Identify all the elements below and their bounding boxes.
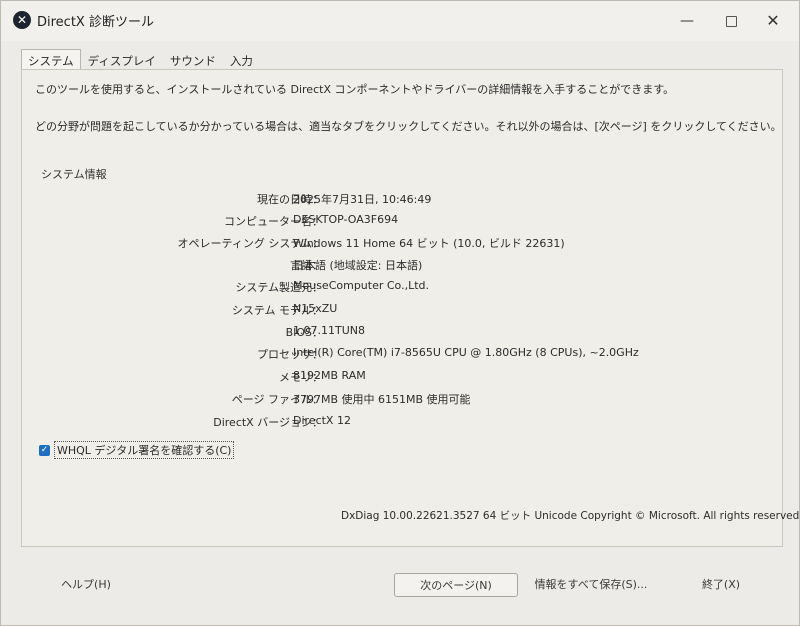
info-row-language: 言語： 日本語 (地域設定: 日本語) (41, 257, 741, 277)
tab-system[interactable]: システム (21, 49, 81, 70)
info-row-manufacturer: システム製造元： MouseComputer Co.,Ltd. (41, 279, 741, 299)
directx-icon: ✕ (13, 11, 31, 29)
maximize-button[interactable] (711, 9, 751, 33)
whql-checkbox[interactable]: ✓ (39, 444, 50, 456)
info-row-os: オペレーティング システム： Windows 11 Home 64 ビット (1… (41, 235, 741, 255)
info-row-model: システム モデル： N15xZU (41, 302, 741, 322)
dxdiag-window: ✕ DirectX 診断ツール — ✕ システム ディスプレイ サウンド 入力 … (0, 0, 800, 626)
info-row-memory: メモリ： 8192MB RAM (41, 369, 741, 389)
info-value: Windows 11 Home 64 ビット (10.0, ビルド 22631) (293, 237, 565, 250)
close-button[interactable]: ✕ (753, 9, 793, 33)
tab-display[interactable]: ディスプレイ (81, 49, 163, 70)
info-value: 2025年7月31日, 10:46:49 (293, 193, 432, 206)
info-value: 3797MB 使用中 6151MB 使用可能 (293, 393, 471, 406)
system-info-group-label: システム情報 (41, 168, 107, 181)
maximize-icon (725, 15, 737, 27)
info-value: DESKTOP-OA3F694 (293, 213, 399, 226)
whql-checkbox-row[interactable]: ✓ WHQL デジタル署名を確認する(C) (39, 441, 235, 459)
help-button[interactable]: ヘルプ(H) (46, 573, 126, 597)
tab-input[interactable]: 入力 (223, 49, 260, 70)
title-bar: ✕ DirectX 診断ツール — ✕ (1, 1, 799, 41)
info-row-computer-name: コンピューター名： DESKTOP-OA3F694 (41, 213, 741, 233)
info-row-bios: BIOS： 1.07.11TUN8 (41, 324, 741, 344)
info-value: Intel(R) Core(TM) i7-8565U CPU @ 1.80GHz… (293, 346, 639, 359)
info-row-page-file: ページ ファイル： 3797MB 使用中 6151MB 使用可能 (41, 391, 741, 411)
tab-bar: システム ディスプレイ サウンド 入力 (21, 49, 260, 70)
info-value: 8192MB RAM (293, 369, 366, 382)
exit-button[interactable]: 終了(X) (681, 573, 761, 597)
tab-sound[interactable]: サウンド (163, 49, 223, 70)
save-all-info-button[interactable]: 情報をすべて保存(S)... (531, 573, 651, 597)
info-value: MouseComputer Co.,Ltd. (293, 279, 430, 292)
intro-text-2: どの分野が問題を起こしているか分かっている場合は、適当なタブをクリックしてくださ… (35, 120, 782, 133)
info-row-datetime: 現在の日時： 2025年7月31日, 10:46:49 (41, 191, 741, 211)
info-value: 日本語 (地域設定: 日本語) (293, 259, 423, 272)
window-title: DirectX 診断ツール (37, 15, 154, 30)
minimize-button[interactable]: — (667, 9, 707, 33)
info-value: DirectX 12 (293, 414, 351, 427)
dxdiag-version-info: DxDiag 10.00.22621.3527 64 ビット Unicode C… (341, 510, 800, 522)
intro-text-1: このツールを使用すると、インストールされている DirectX コンポーネントや… (35, 83, 675, 96)
info-row-directx-version: DirectX バージョン： DirectX 12 (41, 414, 741, 434)
info-value: N15xZU (293, 302, 338, 315)
info-row-processor: プロセッサ： Intel(R) Core(TM) i7-8565U CPU @ … (41, 346, 741, 366)
next-page-button[interactable]: 次のページ(N) (394, 573, 518, 597)
info-value: 1.07.11TUN8 (293, 324, 365, 337)
whql-checkbox-label[interactable]: WHQL デジタル署名を確認する(C) (54, 441, 235, 459)
